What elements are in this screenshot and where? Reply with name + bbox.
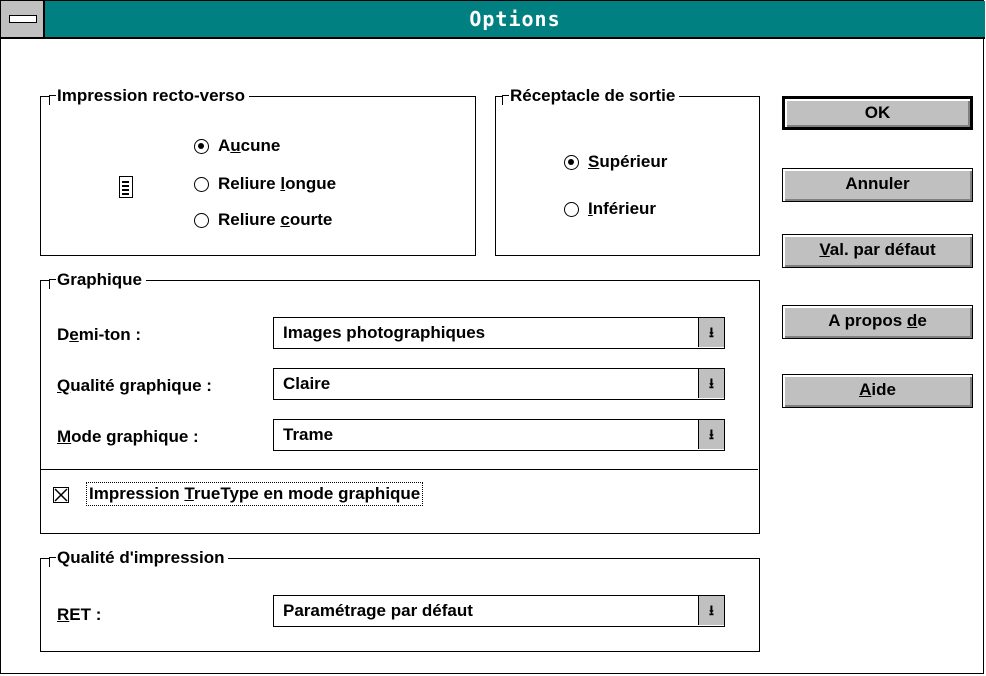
options-dialog: Options Impression recto-verso Aucune Re…: [0, 0, 985, 674]
truetype-checkbox-label[interactable]: Impression TrueType en mode graphique: [85, 482, 424, 506]
duplex-group: Impression recto-verso Aucune Reliure lo…: [40, 86, 476, 256]
arrow-down-icon[interactable]: ⭳: [698, 369, 724, 398]
halftone-select[interactable]: Images photographiques ⭳: [273, 317, 725, 349]
print-quality-legend: Qualité d'impression: [48, 548, 229, 568]
arrow-down-icon[interactable]: ⭳: [698, 596, 724, 625]
help-button[interactable]: Aide: [782, 374, 973, 408]
radio-button[interactable]: [194, 138, 209, 154]
quality-label: Qualité graphique :: [57, 376, 212, 395]
radio-label: Inférieur: [588, 199, 657, 218]
radio-label: Aucune: [218, 136, 281, 155]
system-menu-icon[interactable]: [1, 1, 45, 37]
graphics-legend: Graphique: [48, 270, 147, 290]
quality-value: Claire: [283, 374, 331, 393]
page-icon: [119, 176, 133, 198]
graphics-divider: [40, 469, 758, 470]
mode-label: Mode graphique :: [57, 427, 199, 446]
cancel-button[interactable]: Annuler: [782, 168, 973, 202]
mode-select[interactable]: Trame ⭳: [273, 419, 725, 451]
dialog-title: Options: [469, 7, 561, 31]
radio-label: Reliure longue: [218, 174, 337, 193]
about-button[interactable]: A propos de: [782, 305, 973, 339]
arrow-down-icon[interactable]: ⭳: [698, 420, 724, 449]
ret-value: Paramétrage par défaut: [283, 601, 473, 620]
halftone-label: Demi-ton :: [57, 325, 142, 344]
radio-duplex-short[interactable]: Reliure courte: [194, 210, 332, 230]
halftone-value: Images photographiques: [283, 323, 486, 342]
radio-button[interactable]: [194, 176, 209, 192]
mode-value: Trame: [283, 425, 334, 444]
truetype-checkbox[interactable]: [53, 487, 69, 503]
radio-duplex-long[interactable]: Reliure longue: [194, 174, 336, 194]
radio-label: Reliure courte: [218, 210, 333, 229]
radio-button[interactable]: [194, 212, 209, 228]
ok-button[interactable]: OK: [782, 96, 973, 130]
radio-label: Supérieur: [588, 152, 668, 171]
defaults-button[interactable]: Val. par défaut: [782, 234, 973, 268]
ret-label: RET :: [57, 605, 102, 624]
arrow-down-icon[interactable]: ⭳: [698, 318, 724, 347]
title-bar[interactable]: Options: [1, 1, 985, 39]
radio-tray-upper[interactable]: Supérieur: [564, 152, 667, 172]
output-tray-group: Réceptacle de sortie Supérieur Inférieur: [495, 86, 760, 256]
radio-duplex-none[interactable]: Aucune: [194, 136, 280, 156]
radio-button[interactable]: [564, 201, 579, 217]
radio-button[interactable]: [564, 154, 579, 170]
quality-select[interactable]: Claire ⭳: [273, 368, 725, 400]
ret-select[interactable]: Paramétrage par défaut ⭳: [273, 595, 725, 627]
radio-tray-lower[interactable]: Inférieur: [564, 199, 656, 219]
duplex-legend: Impression recto-verso: [48, 86, 250, 106]
output-tray-legend: Réceptacle de sortie: [501, 86, 680, 106]
